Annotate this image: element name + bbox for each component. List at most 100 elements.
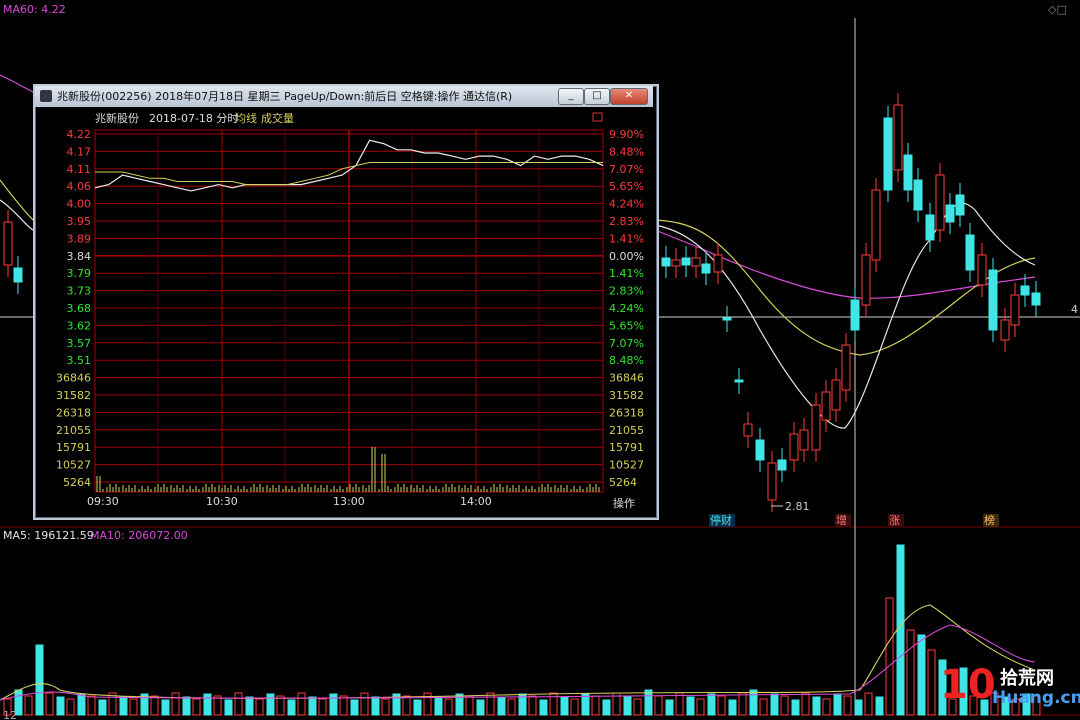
volume-bars	[3, 544, 1041, 716]
volume-bar	[45, 692, 54, 716]
watermark-domain: Huang.cn	[992, 688, 1080, 708]
candle	[913, 179, 923, 211]
volume-bar	[833, 693, 842, 716]
volume-bar	[486, 692, 495, 716]
volume-tick: 36846	[56, 372, 91, 385]
volume-bar	[507, 698, 516, 716]
candle	[777, 459, 787, 471]
volume-bar	[266, 693, 275, 716]
minimize-button[interactable]: _	[558, 88, 584, 105]
low-marker-text: 2.81	[785, 500, 810, 513]
maximize-button[interactable]: □	[584, 88, 610, 105]
volume-bar	[276, 695, 285, 716]
volume-bar	[717, 695, 726, 716]
tag-3[interactable]: 榜	[984, 513, 995, 527]
header-volume: 成交量	[261, 111, 294, 125]
x-tick: 14:00	[460, 495, 492, 508]
pct-tick: 8.48%	[609, 145, 644, 158]
event-tags[interactable]: 停财 增 涨 榜	[709, 513, 999, 527]
volume-bar	[350, 699, 359, 716]
price-tick: 3.79	[67, 267, 92, 280]
volume-bar	[665, 699, 674, 716]
volume-bar	[854, 699, 863, 716]
volume-bar	[654, 695, 663, 716]
pct-tick: 9.90%	[609, 128, 644, 141]
volume-bar	[203, 693, 212, 716]
footer-button[interactable]: 操作	[613, 496, 635, 510]
volume-bar	[759, 698, 768, 716]
volume-bar	[633, 698, 642, 716]
volume-bar	[707, 693, 716, 716]
candle	[861, 254, 871, 306]
pct-tick: 7.07%	[609, 163, 644, 176]
header-avg: 均线	[235, 111, 257, 125]
volume-bar	[591, 695, 600, 716]
candle	[1000, 319, 1010, 341]
volume-bar	[497, 696, 506, 716]
volume-bar	[402, 695, 411, 716]
volume-bar	[539, 699, 548, 716]
volume-bar	[119, 696, 128, 716]
volume-bar	[812, 696, 821, 716]
candle	[977, 254, 987, 286]
volume-bar	[24, 695, 33, 716]
intraday-window[interactable]: 兆新股份(002256) 2018年07月18日 星期三 PageUp/Down…	[33, 84, 659, 520]
price-tick: 3.73	[67, 285, 92, 298]
volume-bar	[245, 696, 254, 716]
y-axis-right: 9.90% 8.48% 7.07% 5.65% 4.24% 2.83% 1.41% 0.00%…	[609, 128, 644, 489]
volume-bar	[896, 544, 905, 716]
pct-tick: 2.83%	[609, 285, 644, 298]
intraday-chart[interactable]: 兆新股份 2018-07-18 分时 均线 成交量 4.224.174.114.…	[37, 108, 653, 514]
tag-2[interactable]: 涨	[889, 514, 900, 527]
x-tick: 13:00	[333, 495, 365, 508]
x-axis: 09:30 10:30 13:00 14:00	[87, 495, 492, 508]
vol-ma5-label: MA5: 196121.59	[3, 529, 94, 542]
window-corner-icons[interactable]: ◇□	[1048, 3, 1067, 16]
pct-tick: 5.65%	[609, 180, 644, 193]
tag-0[interactable]: 停财	[710, 513, 732, 527]
close-button[interactable]: ✕	[610, 88, 648, 105]
volume-bar	[213, 695, 222, 716]
volume-bar	[287, 699, 296, 716]
candle	[831, 379, 841, 411]
candle	[965, 234, 975, 271]
volume-tick-right: 31582	[609, 389, 644, 402]
volume-bar	[371, 696, 380, 716]
pct-tick: 1.41%	[609, 232, 644, 245]
volume-bar	[885, 597, 894, 716]
volume-bar	[906, 629, 915, 716]
volume-bar	[675, 692, 684, 716]
volume-bar	[308, 696, 317, 716]
pct-tick: 1.41%	[609, 267, 644, 280]
volume-bar	[192, 698, 201, 716]
window-titlebar[interactable]: 兆新股份(002256) 2018年07月18日 星期三 PageUp/Down…	[35, 86, 653, 107]
tag-1[interactable]: 增	[836, 513, 847, 527]
candle	[1020, 285, 1030, 296]
volume-bar	[224, 699, 233, 716]
price-tick: 4.00	[67, 198, 92, 211]
volume-bar	[644, 689, 653, 716]
volume-tick: 26318	[56, 406, 91, 419]
volume-bar	[444, 698, 453, 716]
price-tick: 4.11	[67, 163, 92, 176]
volume-bar	[476, 699, 485, 716]
volume-bar	[843, 695, 852, 716]
restore-icon[interactable]	[592, 112, 603, 122]
volume-bar	[602, 699, 611, 716]
vol-ma5-line	[0, 604, 1036, 701]
price-tick: 4.22	[67, 128, 92, 141]
intraday-volume-bars	[96, 447, 600, 492]
candle	[701, 263, 711, 274]
ma60-label: MA60: 4.22	[3, 3, 66, 16]
pct-tick: 8.48%	[609, 354, 644, 367]
volume-bar	[129, 698, 138, 716]
volume-tick: 31582	[56, 389, 91, 402]
volume-bar	[77, 693, 86, 716]
pct-tick: 7.07%	[609, 337, 644, 350]
candle	[3, 221, 13, 266]
volume-bar	[728, 699, 737, 716]
volume-bar	[791, 699, 800, 716]
volume-bar	[875, 696, 884, 716]
candle	[893, 104, 903, 171]
candle	[755, 439, 765, 461]
